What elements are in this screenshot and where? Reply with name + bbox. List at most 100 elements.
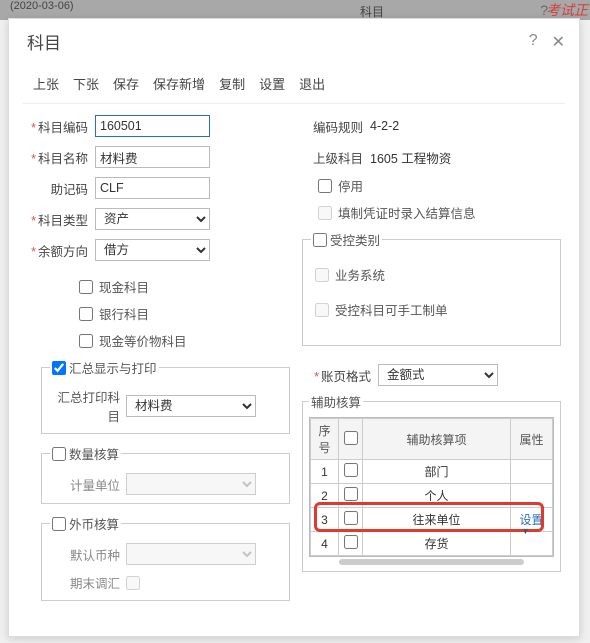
qty-legend: 数量核算: [69, 444, 119, 463]
fx-legend: 外币核算: [69, 514, 119, 533]
row-seq: 5: [311, 556, 339, 558]
cash-checkbox[interactable]: [79, 280, 93, 294]
row-checkbox[interactable]: [344, 463, 358, 477]
bank-label: 银行科目: [99, 304, 149, 323]
row-seq: 2: [311, 484, 339, 508]
row-checkbox[interactable]: [344, 511, 358, 525]
rule-label: 编码规则: [298, 117, 370, 136]
fx-fieldset: 外币核算 默认币种 期末调汇: [41, 514, 290, 601]
settings-button[interactable]: 设置: [259, 74, 285, 93]
qty-checkbox[interactable]: [52, 447, 66, 461]
dialog-title: 科目: [27, 29, 61, 54]
row-prop-link: [511, 532, 553, 556]
row-seq: 4: [311, 532, 339, 556]
type-select[interactable]: 资产: [95, 208, 210, 230]
dialog-titlebar: 科目 ? ✕: [9, 19, 579, 60]
save-new-button[interactable]: 保存新增: [153, 74, 205, 93]
row-checkbox[interactable]: [344, 487, 358, 501]
name-label: 科目名称: [23, 148, 95, 167]
watermark: 考试正: [546, 0, 588, 20]
table-row[interactable]: 3 往来单位设置: [311, 508, 553, 532]
controlled-fieldset: 受控类别 业务系统 受控科目可手工制单: [302, 230, 561, 346]
copy-button[interactable]: 复制: [219, 74, 245, 93]
unit-label: 计量单位: [50, 475, 120, 494]
close-icon[interactable]: ✕: [552, 32, 565, 52]
voucher-checkbox: [318, 206, 332, 220]
aux-table: 序号 辅助核算项 属性 1部门2个人3往来单位设置4存货5项目设置: [310, 418, 553, 557]
table-row[interactable]: 5 项目设置: [311, 556, 553, 558]
qty-fieldset: 数量核算 计量单位: [41, 444, 290, 504]
summary-print-select[interactable]: 材料费: [126, 395, 256, 417]
dropdown-arrow-icon: ▼: [521, 526, 530, 536]
biz-checkbox: [315, 268, 329, 282]
row-prop-link: [511, 460, 553, 484]
cash-equiv-checkbox[interactable]: [79, 334, 93, 348]
row-prop-link[interactable]: 设置: [511, 556, 553, 558]
voucher-label: 填制凭证时录入结算信息: [338, 203, 476, 222]
dir-label: 余额方向: [23, 241, 95, 260]
row-name: 个人: [363, 484, 511, 508]
row-seq: 1: [311, 460, 339, 484]
currency-label: 默认币种: [50, 545, 120, 564]
row-prop-link: [511, 484, 553, 508]
prev-button[interactable]: 上张: [33, 74, 59, 93]
save-button[interactable]: 保存: [113, 74, 139, 93]
disabled-label: 停用: [338, 176, 363, 195]
row-name: 项目: [363, 556, 511, 558]
subject-dialog: 科目 ? ✕ 上张 下张 保存 保存新增 复制 设置 退出 科目编码 科目名称 …: [8, 18, 580, 637]
left-column: 科目编码 科目名称 助记码 科目类型 资产 余额方向 借方 现金科目 银行科目: [23, 114, 294, 611]
mnemonic-input[interactable]: [95, 177, 210, 199]
table-row[interactable]: 1 部门: [311, 460, 553, 484]
controlled-checkbox[interactable]: [313, 233, 327, 247]
biz-label: 业务系统: [335, 265, 385, 284]
col-prop: 属性: [511, 419, 553, 460]
manual-checkbox: [315, 303, 329, 317]
fx-checkbox[interactable]: [52, 517, 66, 531]
code-label: 科目编码: [23, 117, 95, 136]
col-seq: 序号: [311, 419, 339, 460]
row-name: 存货: [363, 532, 511, 556]
parent-value: 1605 工程物资: [370, 148, 451, 167]
manual-label: 受控科目可手工制单: [335, 300, 448, 319]
dir-select[interactable]: 借方: [95, 239, 210, 261]
adjust-label: 期末调汇: [50, 573, 120, 592]
toolbar: 上张 下张 保存 保存新增 复制 设置 退出: [9, 60, 579, 103]
row-name: 往来单位: [363, 508, 511, 532]
row-checkbox[interactable]: [344, 535, 358, 549]
code-input[interactable]: [95, 115, 210, 137]
currency-select: [126, 543, 256, 565]
cash-label: 现金科目: [99, 277, 149, 296]
exit-button[interactable]: 退出: [299, 74, 325, 93]
parent-label: 上级科目: [298, 148, 370, 167]
cash-equiv-label: 现金等价物科目: [99, 331, 187, 350]
table-row[interactable]: 4 存货: [311, 532, 553, 556]
right-column: 编码规则 4-2-2 上级科目 1605 工程物资 停用 填制凭证时录入结算信息…: [298, 114, 569, 611]
table-row[interactable]: 2 个人: [311, 484, 553, 508]
disabled-checkbox[interactable]: [318, 179, 332, 193]
row-seq: 3: [311, 508, 339, 532]
adjust-checkbox: [126, 576, 140, 590]
rule-value: 4-2-2: [370, 119, 399, 133]
aux-fieldset: 辅助核算 序号 辅助核算项 属性 1部门2个人3往来单位设置4存货5项目设置: [302, 392, 561, 572]
col-check[interactable]: [339, 419, 363, 460]
row-prop-link[interactable]: 设置: [511, 508, 553, 532]
summary-print-label: 汇总打印科目: [50, 387, 120, 425]
summary-fieldset: 汇总显示与打印 汇总打印科目 材料费: [41, 358, 290, 434]
next-button[interactable]: 下张: [73, 74, 99, 93]
bg-date: (2020-03-06): [0, 0, 590, 20]
acct-format-select[interactable]: 金额式: [378, 364, 498, 386]
summary-legend: 汇总显示与打印: [69, 358, 157, 377]
help-icon[interactable]: ?: [529, 32, 538, 52]
check-all[interactable]: [344, 431, 358, 445]
col-name: 辅助核算项: [363, 419, 511, 460]
row-name: 部门: [363, 460, 511, 484]
unit-select: [126, 473, 256, 495]
acct-format-label: 账页格式: [298, 366, 378, 385]
bank-checkbox[interactable]: [79, 307, 93, 321]
name-input[interactable]: [95, 146, 210, 168]
scrollbar[interactable]: [339, 559, 524, 565]
controlled-legend: 受控类别: [330, 230, 380, 249]
type-label: 科目类型: [23, 210, 95, 229]
aux-legend: 辅助核算: [309, 392, 363, 411]
summary-checkbox[interactable]: [52, 361, 66, 375]
